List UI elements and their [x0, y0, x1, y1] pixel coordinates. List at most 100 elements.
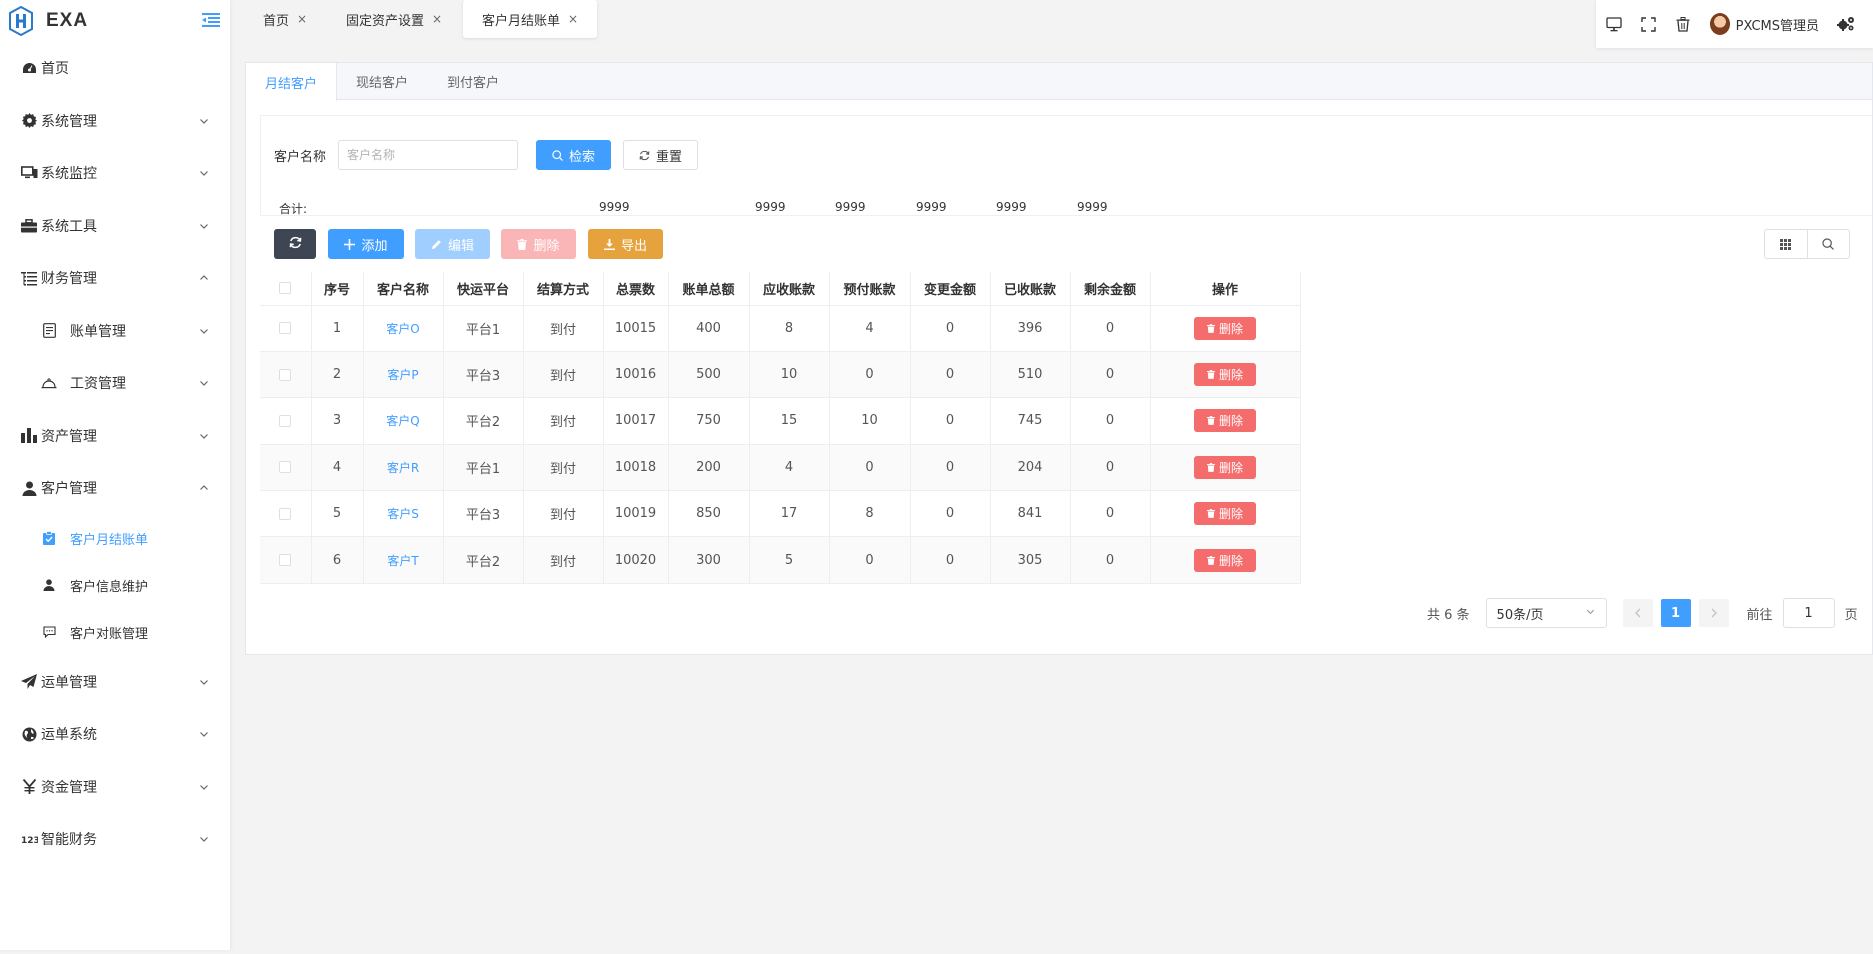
customer-name-input[interactable] [338, 140, 519, 170]
sidebar-item-asset-management[interactable]: 资产管理 [0, 410, 230, 463]
fullscreen-icon[interactable] [1641, 15, 1658, 33]
row-delete-button[interactable]: 删除 [1194, 548, 1256, 572]
customer-name-link[interactable]: 客户O [386, 322, 419, 336]
table-cell: 0 [910, 305, 991, 352]
refresh-button[interactable] [274, 229, 316, 259]
table-cell: 396 [990, 305, 1071, 352]
goto-page-input[interactable] [1782, 598, 1835, 628]
desktop-icon[interactable] [1606, 15, 1623, 33]
add-button[interactable]: 添加 [328, 229, 404, 259]
sidebar-item-customer-info[interactable]: 客户信息维护 [0, 562, 230, 609]
clipboard-check-icon [40, 529, 58, 547]
dashboard-icon [20, 59, 38, 77]
sidebar-item-customer-reconciliation[interactable]: 客户对账管理 [0, 609, 230, 656]
page-size-select[interactable]: 50条/页 [1485, 598, 1607, 628]
close-icon[interactable]: × [568, 12, 578, 26]
send-icon [20, 673, 38, 691]
top-toolbar: PXCMS管理员 [1596, 0, 1873, 48]
tab-fixed-asset-settings[interactable]: 固定资产设置 × [346, 0, 442, 38]
reset-button[interactable]: 重置 [623, 140, 699, 170]
sidebar: EXA 首页 系统管理 系统监控 系统工具 财务管理 账单管理 工资管理 资产管… [0, 0, 230, 950]
monitor-icon [20, 164, 38, 182]
sidebar-item-bill-management[interactable]: 账单管理 [0, 305, 230, 358]
table-cell: 到付 [523, 536, 604, 584]
table-cell: 750 [668, 397, 750, 445]
table-cell: 客户P [363, 351, 444, 399]
customer-name-link[interactable]: 客户T [387, 554, 418, 568]
tab-home[interactable]: 首页 × [263, 0, 307, 38]
sidebar-item-customer-management[interactable]: 客户管理 [0, 462, 230, 515]
row-delete-button[interactable]: 删除 [1194, 455, 1256, 479]
trash-icon[interactable] [1675, 15, 1692, 33]
col-header: 已收账款 [990, 272, 1071, 306]
table-cell: 平台3 [443, 351, 524, 399]
settings-icon[interactable] [1837, 15, 1855, 33]
export-button[interactable]: 导出 [588, 229, 663, 259]
search-button[interactable]: 检索 [536, 140, 612, 170]
row-checkbox[interactable] [279, 554, 292, 567]
row-actions-cell: 删除 [1150, 305, 1301, 352]
sidebar-item-smart-finance[interactable]: 123 智能财务 [0, 813, 230, 866]
sidebar-item-customer-monthly-bill[interactable]: 客户月结账单 [0, 515, 230, 562]
toggle-search-icon[interactable] [1806, 230, 1850, 258]
username[interactable]: PXCMS管理员 [1736, 15, 1819, 34]
page-number-current[interactable]: 1 [1660, 599, 1691, 627]
col-header: 剩余金额 [1070, 272, 1151, 306]
row-checkbox[interactable] [279, 461, 292, 474]
tab-cod-customer[interactable]: 到付客户 [428, 63, 519, 100]
sidebar-item-waybill-management[interactable]: 运单管理 [0, 656, 230, 709]
row-delete-button[interactable]: 删除 [1194, 409, 1256, 433]
avatar[interactable] [1709, 13, 1730, 35]
table-cell: 客户T [363, 536, 444, 584]
customer-name-link[interactable]: 客户Q [386, 414, 419, 428]
table-cell: 0 [829, 351, 911, 399]
edit-button[interactable]: 编辑 [415, 229, 490, 259]
next-page-button[interactable] [1698, 599, 1729, 627]
row-delete-button[interactable]: 删除 [1194, 502, 1256, 526]
row-select-cell [260, 536, 312, 584]
summary-remaining: 9999 [1077, 200, 1108, 214]
row-checkbox[interactable] [279, 414, 292, 427]
col-header: 总票数 [603, 272, 669, 306]
table-cell: 745 [990, 397, 1071, 445]
row-checkbox[interactable] [279, 507, 292, 520]
delete-button[interactable]: 删除 [501, 229, 576, 259]
table-row: 6 客户T 平台2 到付 10020 300 5 0 0 305 0 删除 [260, 536, 1301, 584]
table-cell: 3 [311, 397, 364, 445]
sidebar-item-system-monitor[interactable]: 系统监控 [0, 147, 230, 200]
close-icon[interactable]: × [432, 12, 442, 26]
sidebar-item-home[interactable]: 首页 [0, 42, 230, 95]
sidebar-item-system-management[interactable]: 系统管理 [0, 95, 230, 148]
trash-icon [517, 238, 528, 250]
sidebar-item-waybill-system[interactable]: 运单系统 [0, 708, 230, 761]
table-cell: 到付 [523, 444, 604, 492]
sidebar-item-fund-management[interactable]: 资金管理 [0, 761, 230, 814]
row-checkbox[interactable] [279, 368, 292, 381]
close-icon[interactable]: × [297, 12, 307, 26]
table-cell: 0 [1070, 536, 1151, 584]
column-settings-icon[interactable] [1765, 230, 1807, 258]
prev-page-button[interactable] [1622, 599, 1653, 627]
tab-monthly-customer[interactable]: 月结客户 [246, 63, 338, 101]
table-cell: 0 [910, 536, 991, 584]
menu-collapse-icon[interactable] [202, 13, 222, 29]
row-delete-button[interactable]: 删除 [1194, 363, 1256, 387]
row-checkbox[interactable] [279, 322, 292, 335]
table-cell: 0 [829, 444, 911, 492]
col-header: 应收账款 [749, 272, 830, 306]
customer-name-link[interactable]: 客户P [387, 368, 418, 382]
table-cell: 500 [668, 351, 750, 399]
row-delete-button[interactable]: 删除 [1194, 316, 1256, 340]
tab-customer-monthly-bill[interactable]: 客户月结账单 × [463, 0, 597, 38]
sidebar-item-finance-management[interactable]: 财务管理 [0, 252, 230, 305]
tab-cash-customer[interactable]: 现结客户 [337, 63, 428, 100]
table-cell: 10020 [603, 536, 669, 584]
customer-name-link[interactable]: 客户S [387, 507, 419, 521]
col-header: 快运平台 [443, 272, 524, 306]
customer-name-link[interactable]: 客户R [387, 461, 419, 475]
action-toolbar: 添加 编辑 删除 导出 [0, 229, 1873, 259]
table-cell: 0 [910, 444, 991, 492]
sidebar-item-salary-management[interactable]: 工资管理 [0, 357, 230, 410]
table-cell: 6 [311, 536, 364, 584]
select-all-checkbox[interactable] [279, 282, 292, 295]
